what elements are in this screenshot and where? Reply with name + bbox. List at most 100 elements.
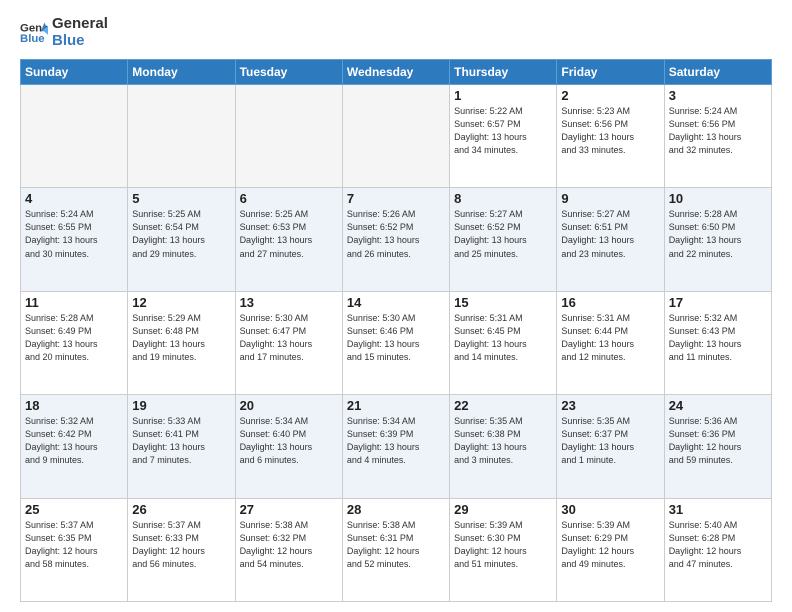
day-cell-26: 26 Sunrise: 5:37 AMSunset: 6:33 PMDayligh…: [128, 498, 235, 601]
day-info: Sunrise: 5:31 AMSunset: 6:45 PMDaylight:…: [454, 312, 552, 364]
day-info: Sunrise: 5:34 AMSunset: 6:40 PMDaylight:…: [240, 415, 338, 467]
day-info: Sunrise: 5:28 AMSunset: 6:50 PMDaylight:…: [669, 208, 767, 260]
day-number: 20: [240, 398, 338, 413]
day-info: Sunrise: 5:39 AMSunset: 6:30 PMDaylight:…: [454, 519, 552, 571]
weekday-header-tuesday: Tuesday: [235, 60, 342, 85]
day-number: 9: [561, 191, 659, 206]
day-info: Sunrise: 5:31 AMSunset: 6:44 PMDaylight:…: [561, 312, 659, 364]
day-cell-27: 27Sunrise: 5:38 AMSunset: 6:32 PMDayligh…: [235, 498, 342, 601]
day-number: 8: [454, 191, 552, 206]
day-info: Sunrise: 5:24 AMSunset: 6:55 PMDaylight:…: [25, 208, 123, 260]
day-cell-25: 25 Sunrise: 5:37 AMSunset: 6:35 PMDayligh…: [21, 498, 128, 601]
day-info: Sunrise: 5:34 AMSunset: 6:39 PMDaylight:…: [347, 415, 445, 467]
day-cell-5: 5Sunrise: 5:25 AMSunset: 6:54 PMDaylight…: [128, 188, 235, 291]
day-number: 16: [561, 295, 659, 310]
day-cell-9: 9 Sunrise: 5:27 AMSunset: 6:51 PMDaylight…: [557, 188, 664, 291]
day-number: 14: [347, 295, 445, 310]
day-cell-23: 23Sunrise: 5:35 AMSunset: 6:37 PMDayligh…: [557, 395, 664, 498]
day-number: 21: [347, 398, 445, 413]
day-number: 22: [454, 398, 552, 413]
day-info: Sunrise: 5:29 AMSunset: 6:48 PMDaylight:…: [132, 312, 230, 364]
day-cell-15: 15 Sunrise: 5:31 AMSunset: 6:45 PMDayligh…: [450, 291, 557, 394]
day-number: 30: [561, 502, 659, 517]
day-info: Sunrise: 5:32 AMSunset: 6:42 PMDaylight:…: [25, 415, 123, 467]
day-cell-7: 7 Sunrise: 5:26 AMSunset: 6:52 PMDaylight…: [342, 188, 449, 291]
day-number: 26: [132, 502, 230, 517]
day-cell-24: 24 Sunrise: 5:36 AMSunset: 6:36 PMDayligh…: [664, 395, 771, 498]
week-row-5: 25 Sunrise: 5:37 AMSunset: 6:35 PMDayligh…: [21, 498, 772, 601]
day-cell-20: 20 Sunrise: 5:34 AMSunset: 6:40 PMDayligh…: [235, 395, 342, 498]
day-cell-17: 17 Sunrise: 5:32 AMSunset: 6:43 PMDayligh…: [664, 291, 771, 394]
day-cell-6: 6Sunrise: 5:25 AMSunset: 6:53 PMDaylight…: [235, 188, 342, 291]
empty-cell: [342, 85, 449, 188]
day-info: Sunrise: 5:35 AMSunset: 6:37 PMDaylight:…: [561, 415, 659, 467]
day-number: 1: [454, 88, 552, 103]
day-number: 2: [561, 88, 659, 103]
week-row-4: 18 Sunrise: 5:32 AMSunset: 6:42 PMDayligh…: [21, 395, 772, 498]
day-info: Sunrise: 5:33 AMSunset: 6:41 PMDaylight:…: [132, 415, 230, 467]
day-info: Sunrise: 5:22 AMSunset: 6:57 PMDaylight:…: [454, 105, 552, 157]
day-cell-31: 31Sunrise: 5:40 AMSunset: 6:28 PMDayligh…: [664, 498, 771, 601]
day-number: 5: [132, 191, 230, 206]
day-info: Sunrise: 5:38 AMSunset: 6:32 PMDaylight:…: [240, 519, 338, 571]
day-info: Sunrise: 5:27 AMSunset: 6:52 PMDaylight:…: [454, 208, 552, 260]
weekday-header-wednesday: Wednesday: [342, 60, 449, 85]
empty-cell: [128, 85, 235, 188]
day-cell-19: 19 Sunrise: 5:33 AMSunset: 6:41 PMDayligh…: [128, 395, 235, 498]
day-cell-14: 14Sunrise: 5:30 AMSunset: 6:46 PMDayligh…: [342, 291, 449, 394]
day-cell-2: 2 Sunrise: 5:23 AMSunset: 6:56 PMDaylight…: [557, 85, 664, 188]
day-info: Sunrise: 5:30 AMSunset: 6:47 PMDaylight:…: [240, 312, 338, 364]
day-number: 25: [25, 502, 123, 517]
weekday-header-friday: Friday: [557, 60, 664, 85]
day-info: Sunrise: 5:37 AMSunset: 6:33 PMDaylight:…: [132, 519, 230, 571]
day-cell-4: 4Sunrise: 5:24 AMSunset: 6:55 PMDaylight…: [21, 188, 128, 291]
weekday-header-thursday: Thursday: [450, 60, 557, 85]
logo-icon: General Blue: [20, 19, 48, 47]
day-number: 19: [132, 398, 230, 413]
weekday-header-monday: Monday: [128, 60, 235, 85]
day-info: Sunrise: 5:25 AMSunset: 6:53 PMDaylight:…: [240, 208, 338, 260]
day-number: 31: [669, 502, 767, 517]
weekday-header-row: SundayMondayTuesdayWednesdayThursdayFrid…: [21, 60, 772, 85]
day-cell-16: 16 Sunrise: 5:31 AMSunset: 6:44 PMDayligh…: [557, 291, 664, 394]
day-cell-8: 8 Sunrise: 5:27 AMSunset: 6:52 PMDaylight…: [450, 188, 557, 291]
day-info: Sunrise: 5:32 AMSunset: 6:43 PMDaylight:…: [669, 312, 767, 364]
day-number: 11: [25, 295, 123, 310]
day-info: Sunrise: 5:24 AMSunset: 6:56 PMDaylight:…: [669, 105, 767, 157]
svg-text:Blue: Blue: [20, 32, 45, 44]
week-row-3: 11Sunrise: 5:28 AMSunset: 6:49 PMDayligh…: [21, 291, 772, 394]
weekday-header-sunday: Sunday: [21, 60, 128, 85]
day-info: Sunrise: 5:27 AMSunset: 6:51 PMDaylight:…: [561, 208, 659, 260]
day-cell-11: 11Sunrise: 5:28 AMSunset: 6:49 PMDayligh…: [21, 291, 128, 394]
day-cell-18: 18 Sunrise: 5:32 AMSunset: 6:42 PMDayligh…: [21, 395, 128, 498]
page-header: General Blue General Blue: [20, 16, 772, 49]
day-number: 18: [25, 398, 123, 413]
day-number: 24: [669, 398, 767, 413]
day-info: Sunrise: 5:39 AMSunset: 6:29 PMDaylight:…: [561, 519, 659, 571]
week-row-2: 4Sunrise: 5:24 AMSunset: 6:55 PMDaylight…: [21, 188, 772, 291]
day-cell-12: 12 Sunrise: 5:29 AMSunset: 6:48 PMDayligh…: [128, 291, 235, 394]
weekday-header-saturday: Saturday: [664, 60, 771, 85]
day-cell-30: 30 Sunrise: 5:39 AMSunset: 6:29 PMDayligh…: [557, 498, 664, 601]
day-cell-1: 1 Sunrise: 5:22 AMSunset: 6:57 PMDaylight…: [450, 85, 557, 188]
day-number: 3: [669, 88, 767, 103]
empty-cell: [235, 85, 342, 188]
day-number: 15: [454, 295, 552, 310]
day-info: Sunrise: 5:26 AMSunset: 6:52 PMDaylight:…: [347, 208, 445, 260]
logo-text: General Blue: [52, 16, 108, 49]
day-number: 13: [240, 295, 338, 310]
day-cell-21: 21 Sunrise: 5:34 AMSunset: 6:39 PMDayligh…: [342, 395, 449, 498]
day-number: 7: [347, 191, 445, 206]
day-cell-13: 13 Sunrise: 5:30 AMSunset: 6:47 PMDayligh…: [235, 291, 342, 394]
logo: General Blue General Blue: [20, 16, 108, 49]
week-row-1: 1 Sunrise: 5:22 AMSunset: 6:57 PMDaylight…: [21, 85, 772, 188]
day-number: 12: [132, 295, 230, 310]
day-info: Sunrise: 5:37 AMSunset: 6:35 PMDaylight:…: [25, 519, 123, 571]
day-info: Sunrise: 5:23 AMSunset: 6:56 PMDaylight:…: [561, 105, 659, 157]
day-cell-22: 22Sunrise: 5:35 AMSunset: 6:38 PMDayligh…: [450, 395, 557, 498]
day-number: 10: [669, 191, 767, 206]
day-cell-29: 29Sunrise: 5:39 AMSunset: 6:30 PMDayligh…: [450, 498, 557, 601]
day-number: 17: [669, 295, 767, 310]
empty-cell: [21, 85, 128, 188]
day-info: Sunrise: 5:36 AMSunset: 6:36 PMDaylight:…: [669, 415, 767, 467]
